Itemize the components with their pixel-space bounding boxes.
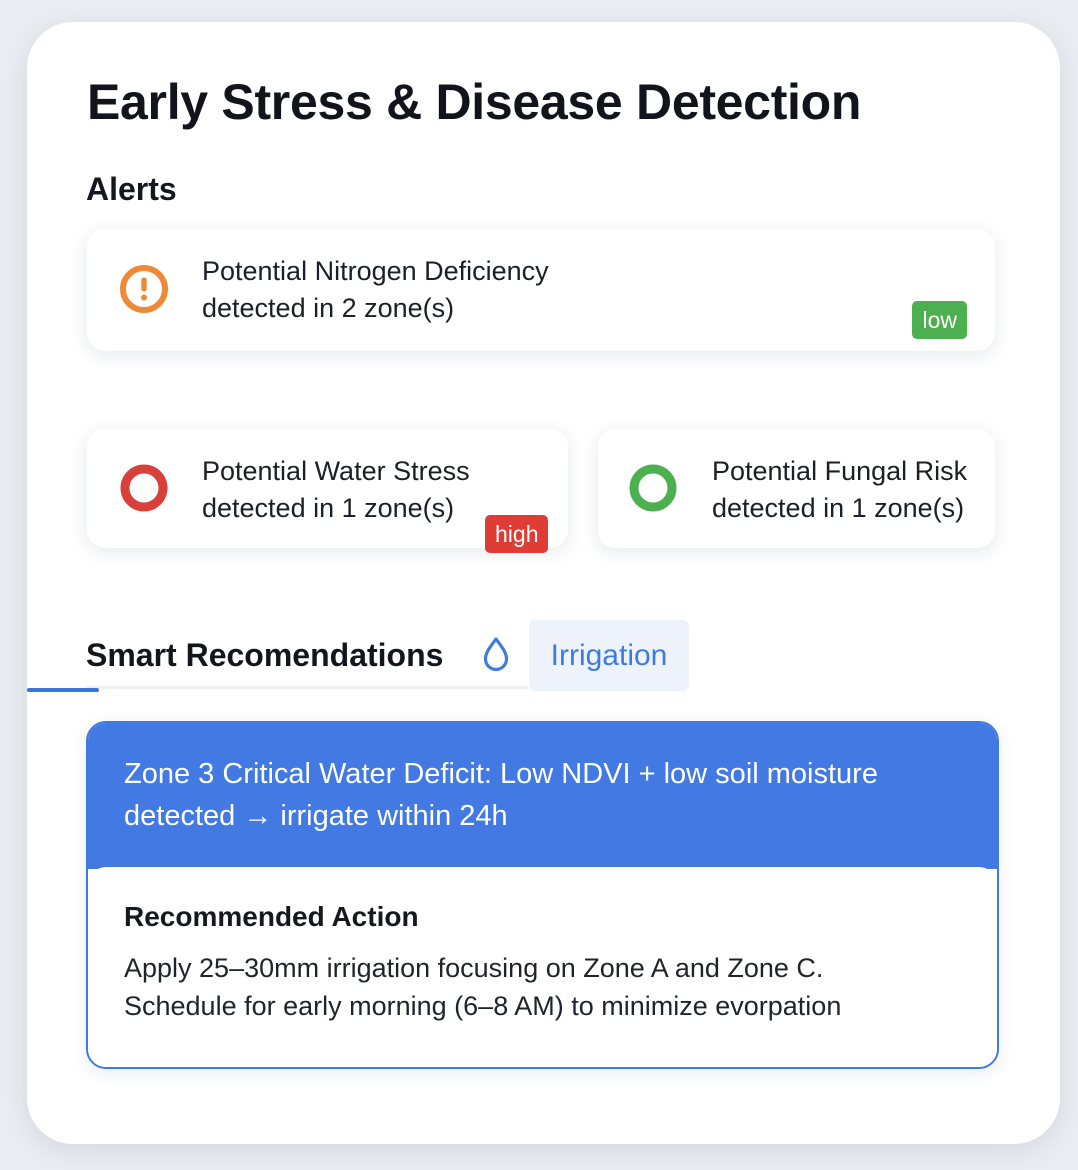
alert-nitrogen-deficiency[interactable]: Potential Nitrogen Deficiency detected i… xyxy=(87,229,995,351)
alert-detail: detected in 1 zone(s) xyxy=(712,493,965,523)
alert-detail: detected in 2 zone(s) xyxy=(202,293,455,323)
exclamation-circle-icon xyxy=(118,263,170,315)
ring-icon xyxy=(118,462,170,514)
alert-water-stress[interactable]: Potential Water Stress detected in 1 zon… xyxy=(87,429,568,553)
severity-badge-high: high xyxy=(485,515,549,553)
recommendation-card: Zone 3 Critical Water Deficit: Low NDVI … xyxy=(86,721,999,1069)
active-tab-indicator xyxy=(27,688,99,692)
page-title: Early Stress & Disease Detection xyxy=(87,74,862,130)
summary-line: Zone 3 Critical Water Deficit: Low NDVI … xyxy=(124,758,878,790)
severity-badge-low: low xyxy=(912,301,967,339)
alert-message: Potential Water Stress detected in 1 zon… xyxy=(202,453,470,527)
tab-irrigation[interactable]: Irrigation xyxy=(529,620,689,691)
recommendation-body: Recommended Action Apply 25–30mm irrigat… xyxy=(88,867,997,1067)
alert-title: Potential Nitrogen Deficiency xyxy=(202,256,549,286)
action-line: Apply 25–30mm irrigation focusing on Zon… xyxy=(124,953,824,983)
alert-message: Potential Fungal Risk detected in 1 zone… xyxy=(712,453,967,527)
recommendation-tabs: Smart Recomendations Irrigation xyxy=(86,619,726,692)
alert-detail: detected in 1 zone(s) xyxy=(202,493,455,523)
alert-title: Potential Water Stress xyxy=(202,456,470,486)
tab-smart-recommendations[interactable]: Smart Recomendations xyxy=(86,619,443,692)
recommendation-summary: Zone 3 Critical Water Deficit: Low NDVI … xyxy=(124,753,964,837)
alerts-heading: Alerts xyxy=(86,171,177,207)
ring-icon xyxy=(627,462,679,514)
action-line: Schedule for early morning (6–8 AM) to m… xyxy=(124,991,842,1021)
alert-message: Potential Nitrogen Deficiency detected i… xyxy=(202,253,549,327)
alert-title: Potential Fungal Risk xyxy=(712,456,968,486)
summary-line: detected → irrigate within 24h xyxy=(124,800,508,832)
detection-card: Early Stress & Disease Detection Alerts … xyxy=(27,22,1060,1144)
recommendation-header: Zone 3 Critical Water Deficit: Low NDVI … xyxy=(88,723,997,869)
recommended-action-text: Apply 25–30mm irrigation focusing on Zon… xyxy=(124,949,974,1025)
alert-fungal-risk[interactable]: Potential Fungal Risk detected in 1 zone… xyxy=(598,429,995,548)
recommended-action-label: Recommended Action xyxy=(124,901,419,932)
water-drop-icon xyxy=(479,635,513,673)
